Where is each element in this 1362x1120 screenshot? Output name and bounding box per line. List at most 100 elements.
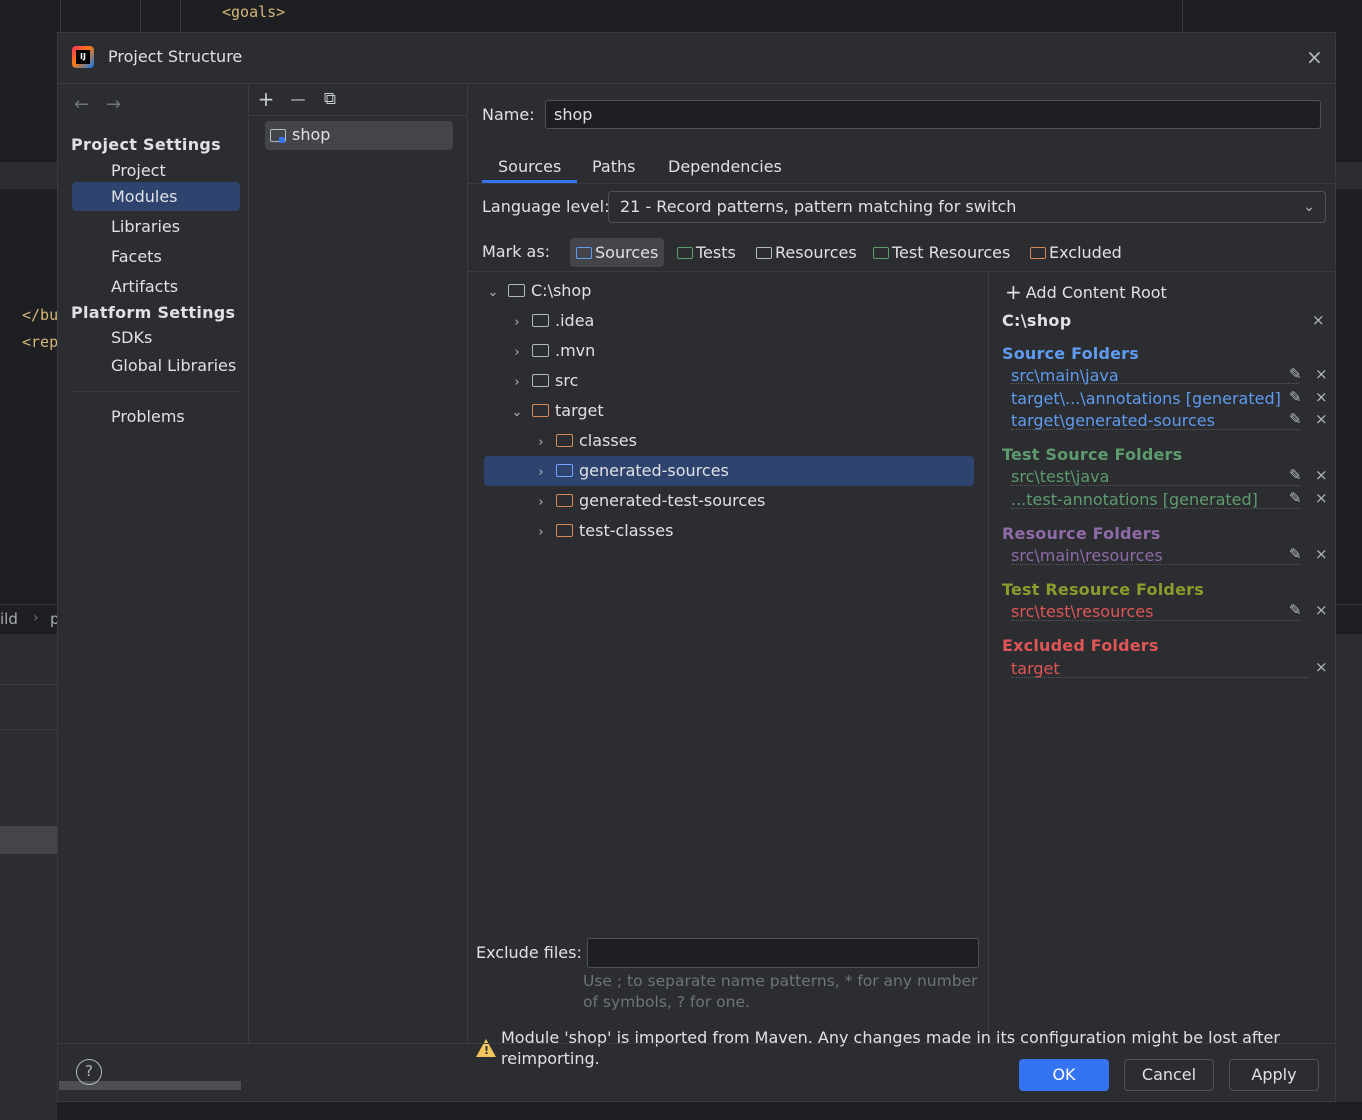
chevron-down-icon[interactable]: ⌄ (486, 278, 500, 308)
excluded-folder-icon (556, 494, 573, 507)
test-source-folder-item[interactable]: src\test\java (1011, 467, 1109, 486)
tab-dependencies[interactable]: Dependencies (668, 157, 782, 176)
tab-paths[interactable]: Paths (592, 157, 635, 176)
tree-node[interactable]: › src (484, 366, 974, 396)
chevron-right-icon[interactable]: › (510, 338, 524, 368)
tree-node[interactable]: › .mvn (484, 336, 974, 366)
exclude-files-input[interactable] (587, 938, 979, 968)
content-root-path: C:\shop (1002, 311, 1072, 330)
forward-arrow-icon[interactable]: → (106, 94, 121, 115)
tree-node[interactable]: › test-classes (484, 516, 974, 546)
chevron-right-icon[interactable]: › (534, 518, 548, 548)
remove-module-button[interactable]: — (286, 87, 310, 111)
sidebar-item-global-libraries[interactable]: Global Libraries (72, 351, 240, 380)
add-content-root-button[interactable]: + Add Content Root (1005, 280, 1167, 304)
remove-icon[interactable]: × (1315, 410, 1328, 428)
help-button[interactable]: ? (76, 1059, 102, 1085)
exclude-files-hint: Use ; to separate name patterns, * for a… (583, 972, 978, 1011)
edit-icon[interactable]: ✎ (1289, 388, 1302, 406)
module-name-input[interactable]: shop (545, 100, 1321, 129)
apply-button[interactable]: Apply (1229, 1059, 1319, 1091)
sidebar-item-artifacts[interactable]: Artifacts (72, 272, 240, 301)
remove-icon[interactable]: × (1315, 489, 1328, 507)
remove-icon[interactable]: × (1315, 388, 1328, 406)
sidebar-item-facets[interactable]: Facets (72, 242, 240, 271)
remove-root-icon[interactable]: × (1312, 311, 1325, 329)
add-module-button[interactable]: + (254, 87, 278, 111)
sidebar-item-project[interactable]: Project (72, 156, 240, 185)
edit-icon[interactable]: ✎ (1289, 489, 1302, 507)
edit-icon[interactable]: ✎ (1289, 545, 1302, 563)
tool-window (0, 634, 57, 1120)
mark-tests-button[interactable]: Tests (671, 238, 742, 267)
mark-resources-button[interactable]: Resources (750, 238, 863, 267)
breadcrumb-item[interactable]: ild (0, 610, 18, 628)
source-folder-item[interactable]: src\main\java (1011, 366, 1119, 385)
tree-node[interactable]: ⌄ C:\shop (484, 276, 974, 306)
tree-node-selected[interactable]: › generated-sources (484, 456, 974, 486)
editor-current-line (1336, 162, 1362, 189)
edit-icon[interactable]: ✎ (1289, 410, 1302, 428)
editor-guide (1182, 0, 1183, 32)
tab-sources[interactable]: Sources (498, 157, 561, 176)
source-folder-item[interactable]: target\generated-sources (1011, 411, 1215, 430)
ok-button[interactable]: OK (1019, 1059, 1109, 1091)
source-folder-icon (556, 464, 573, 477)
copy-module-button[interactable]: ⧉ (318, 87, 342, 111)
source-folder-item[interactable]: target\...\annotations [generated] (1011, 389, 1281, 408)
test-source-folder-item[interactable]: ...test-annotations [generated] (1011, 490, 1258, 509)
sidebar-item-libraries[interactable]: Libraries (72, 212, 240, 241)
close-icon[interactable]: × (1306, 45, 1323, 69)
module-item-shop[interactable]: shop (265, 121, 453, 150)
test-resource-folder-icon (873, 247, 889, 259)
edit-icon[interactable]: ✎ (1289, 601, 1302, 619)
resource-folder-icon (756, 247, 772, 259)
mark-test-resources-button[interactable]: Test Resources (867, 238, 1016, 267)
sidebar-item-problems[interactable]: Problems (72, 402, 240, 431)
remove-icon[interactable]: × (1315, 545, 1328, 563)
editor-guide (140, 0, 141, 32)
tool-window-divider (0, 684, 57, 685)
sidebar-item-modules[interactable]: Modules (72, 182, 240, 211)
excluded-folder-item[interactable]: target (1011, 659, 1060, 678)
dialog-footer: ? OK Cancel Apply (58, 1043, 1335, 1102)
chevron-right-icon[interactable]: › (534, 488, 548, 518)
chevron-right-icon[interactable]: › (534, 428, 548, 458)
edit-icon[interactable]: ✎ (1289, 365, 1302, 383)
tree-node[interactable]: › .idea (484, 306, 974, 336)
project-structure-dialog: IJ Project Structure × ← → Project Setti… (57, 32, 1336, 1102)
chevron-down-icon[interactable]: ⌄ (510, 398, 524, 428)
tree-node-label: generated-sources (579, 461, 729, 480)
remove-icon[interactable]: × (1315, 365, 1328, 383)
remove-icon[interactable]: × (1315, 658, 1328, 676)
module-badge-icon (279, 137, 285, 143)
excluded-folder-icon (556, 524, 573, 537)
edit-icon[interactable]: ✎ (1289, 466, 1302, 484)
chevron-right-icon[interactable]: › (510, 368, 524, 398)
mark-sources-button[interactable]: Sources (570, 238, 665, 267)
dialog-title: Project Structure (108, 47, 243, 66)
excluded-folder-icon (532, 404, 549, 417)
mark-excluded-button[interactable]: Excluded (1024, 238, 1128, 267)
editor-code-goals: <goals> (222, 3, 286, 21)
chevron-right-icon[interactable]: › (510, 308, 524, 338)
language-level-select[interactable]: 21 - Record patterns, pattern matching f… (608, 191, 1326, 223)
sidebar-divider (72, 391, 240, 392)
language-level-label: Language level: (482, 197, 610, 216)
back-arrow-icon[interactable]: ← (74, 94, 89, 115)
excluded-folders-title: Excluded Folders (1002, 636, 1159, 655)
resource-folder-item[interactable]: src\main\resources (1011, 546, 1163, 565)
test-resource-folder-item[interactable]: src\test\resources (1011, 602, 1153, 621)
remove-icon[interactable]: × (1315, 466, 1328, 484)
cancel-button[interactable]: Cancel (1124, 1059, 1214, 1091)
tree-node[interactable]: › generated-test-sources (484, 486, 974, 516)
sidebar-item-sdks[interactable]: SDKs (72, 323, 240, 352)
test-resource-folders-title: Test Resource Folders (1002, 580, 1204, 599)
excluded-folder-icon (556, 434, 573, 447)
remove-icon[interactable]: × (1315, 601, 1328, 619)
tree-node-label: C:\shop (531, 281, 592, 300)
chevron-right-icon[interactable]: › (534, 458, 548, 488)
tree-node[interactable]: ⌄ target (484, 396, 974, 426)
tool-window (1336, 634, 1362, 1120)
tree-node[interactable]: › classes (484, 426, 974, 456)
